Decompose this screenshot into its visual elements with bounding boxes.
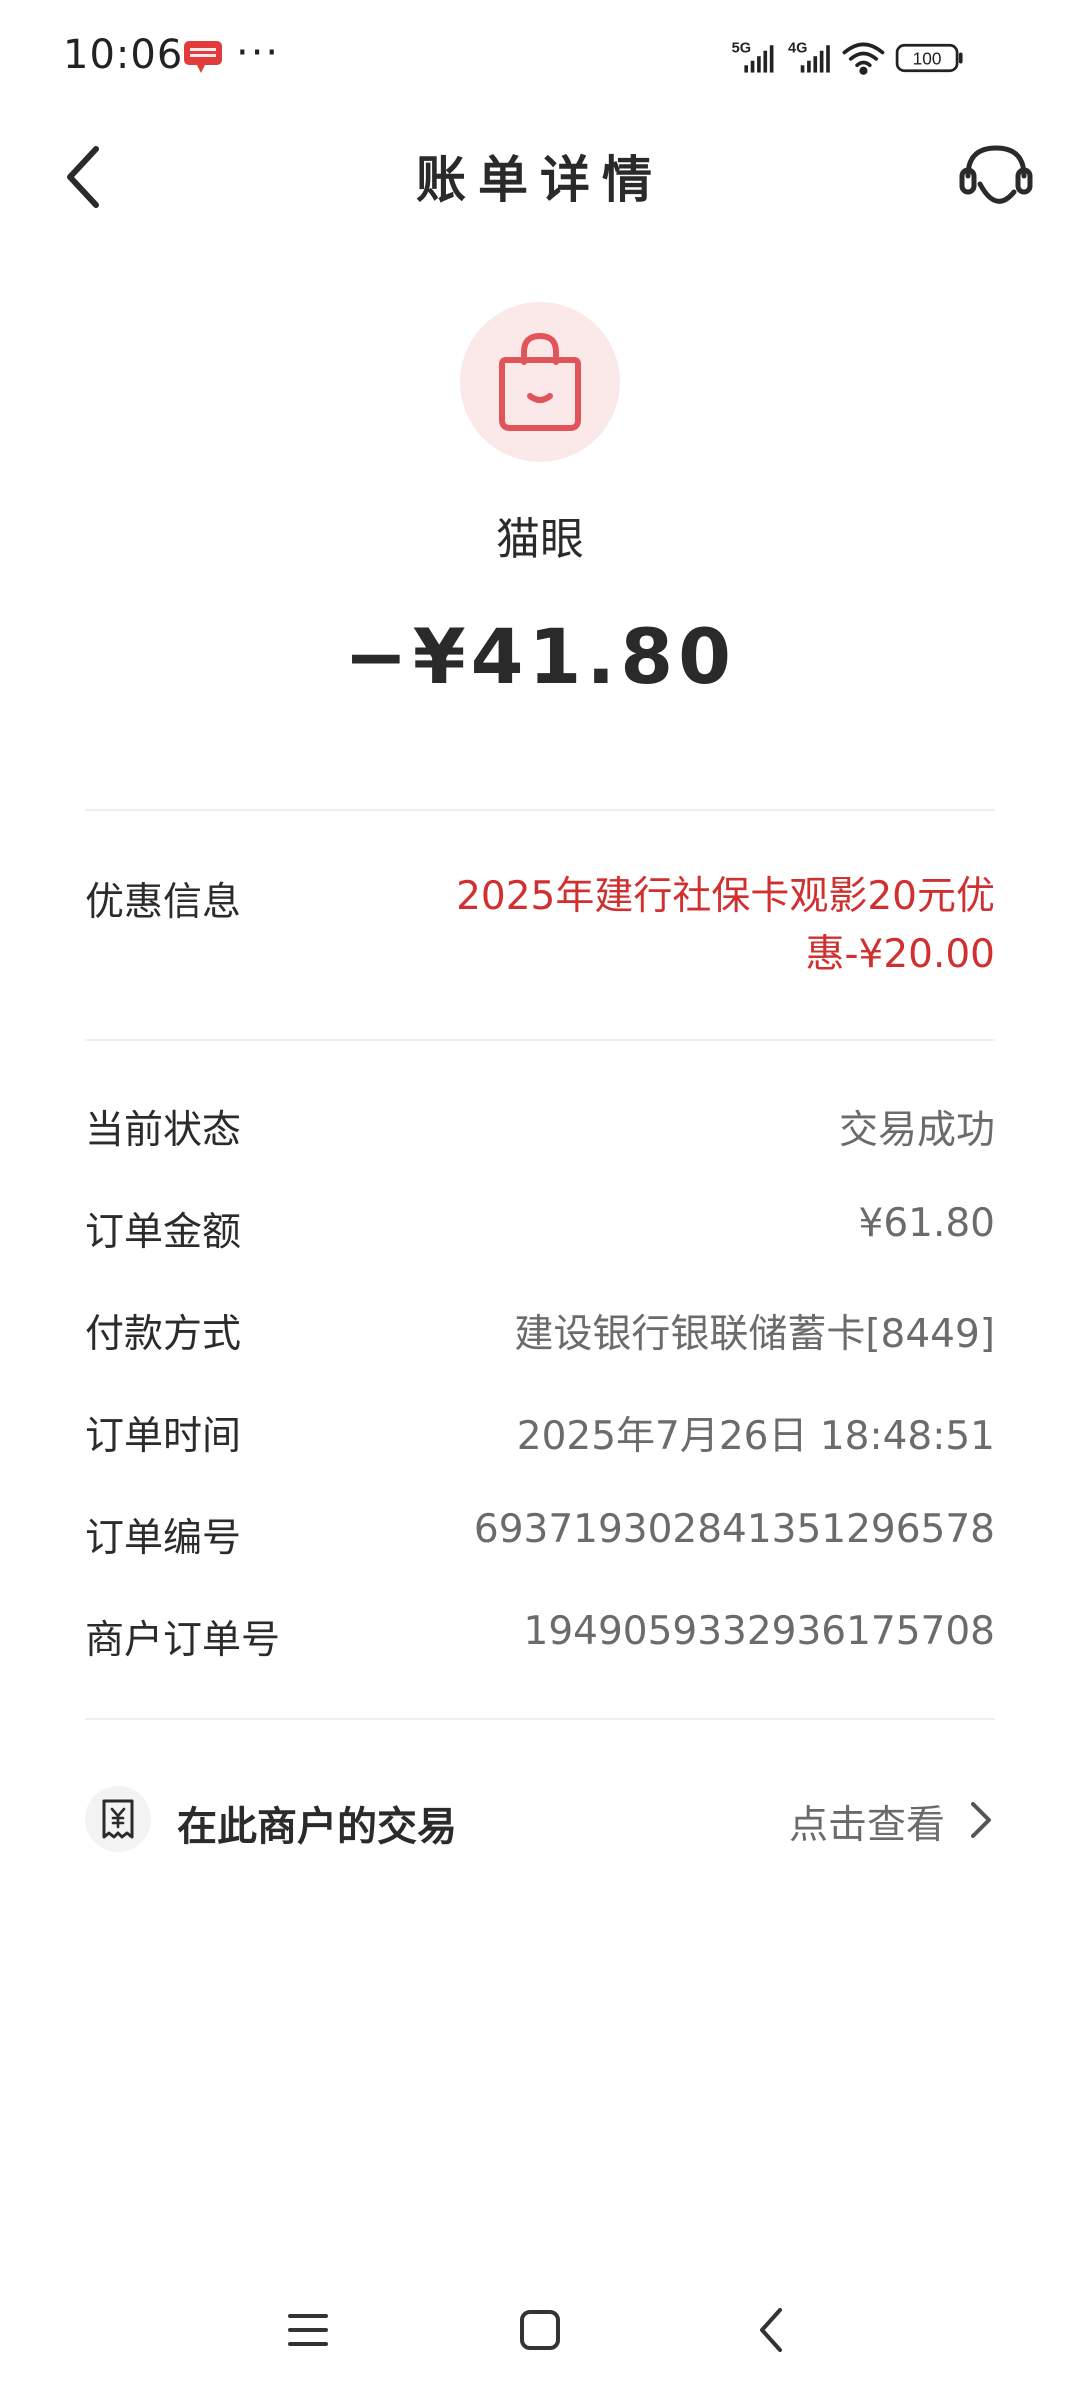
detail-row-order-number: 订单编号 69371930284135129657​8 (85, 1507, 995, 1567)
row-value: ¥61.80 (858, 1201, 995, 1246)
status-time: 10:06 (63, 32, 184, 78)
row-value: 建设银行银联储蓄卡[8449] (514, 1312, 995, 1357)
row-label: 订单金额 (85, 1210, 242, 1255)
transaction-amount: −¥41.80 (344, 612, 736, 701)
discount-line-2: 惠-¥20.00 (805, 932, 995, 977)
merchant-transactions-link[interactable]: 在此商户的交易 点击查看 (85, 1786, 995, 1858)
network-5g-label: 5G (732, 41, 751, 57)
network-4g-label: 4G (788, 41, 807, 57)
detail-row-order-amount: 订单金额 ¥61.80 (85, 1201, 995, 1261)
page-title: 账单详情 (416, 151, 664, 209)
discount-label: 优惠信息 (85, 880, 242, 925)
status-bar: 10:06 ··· 5G 4G 100 (0, 0, 1080, 120)
detail-row-status: 当前状态 交易成功 (85, 1099, 995, 1159)
discount-line-1: 2025年建行社保卡观影20元优 (456, 874, 995, 919)
row-label: 当前状态 (85, 1108, 242, 1153)
detail-row-order-time: 订单时间 2025年7月26日 18:48:51 (85, 1405, 995, 1465)
row-label: 订单编号 (85, 1516, 242, 1561)
merchant-name: 猫眼 (496, 514, 584, 565)
discount-value: 2025年建行社保卡观影20元优 惠-¥20.00 (435, 868, 995, 984)
battery-level: 100 (913, 48, 942, 68)
row-value[interactable]: 69371930284135129657​8 (474, 1507, 995, 1552)
app-notification-icon (184, 41, 222, 73)
merchant-avatar (460, 302, 620, 462)
divider (85, 1039, 995, 1041)
customer-service-icon[interactable] (958, 140, 1034, 216)
home-icon[interactable] (510, 2300, 570, 2360)
wifi-icon (842, 42, 885, 75)
row-value: 交易成功 (838, 1108, 995, 1153)
divider (85, 809, 995, 811)
system-back-icon[interactable] (742, 2300, 802, 2360)
merchant-transactions-label: 在此商户的交易 (177, 1804, 457, 1850)
row-label: 订单时间 (85, 1414, 242, 1459)
battery-icon: 100 (895, 43, 963, 73)
detail-row-merchant-order-number: 商户订单号 1949059332936175708 (85, 1609, 995, 1669)
view-action-label[interactable]: 点击查看 (789, 1794, 945, 1850)
row-value: 2025年7月26日 18:48:51 (516, 1414, 995, 1459)
divider (85, 1718, 995, 1720)
row-value[interactable]: 1949059332936175708 (524, 1609, 995, 1654)
row-label: 商户订单号 (85, 1618, 281, 1663)
menu-icon[interactable] (278, 2300, 338, 2360)
row-label: 付款方式 (85, 1312, 242, 1357)
receipt-icon (102, 1799, 134, 1839)
shopping-bag-icon (499, 332, 581, 431)
status-indicators: 5G 4G 100 (732, 41, 963, 75)
chevron-right-icon[interactable] (969, 1800, 993, 1840)
receipt-icon-wrap (85, 1786, 151, 1852)
detail-row-payment-method: 付款方式 建设银行银联储蓄卡[8449] (85, 1303, 995, 1363)
system-navigation-bar (0, 2300, 1080, 2380)
more-notifications-icon: ··· (236, 30, 281, 76)
